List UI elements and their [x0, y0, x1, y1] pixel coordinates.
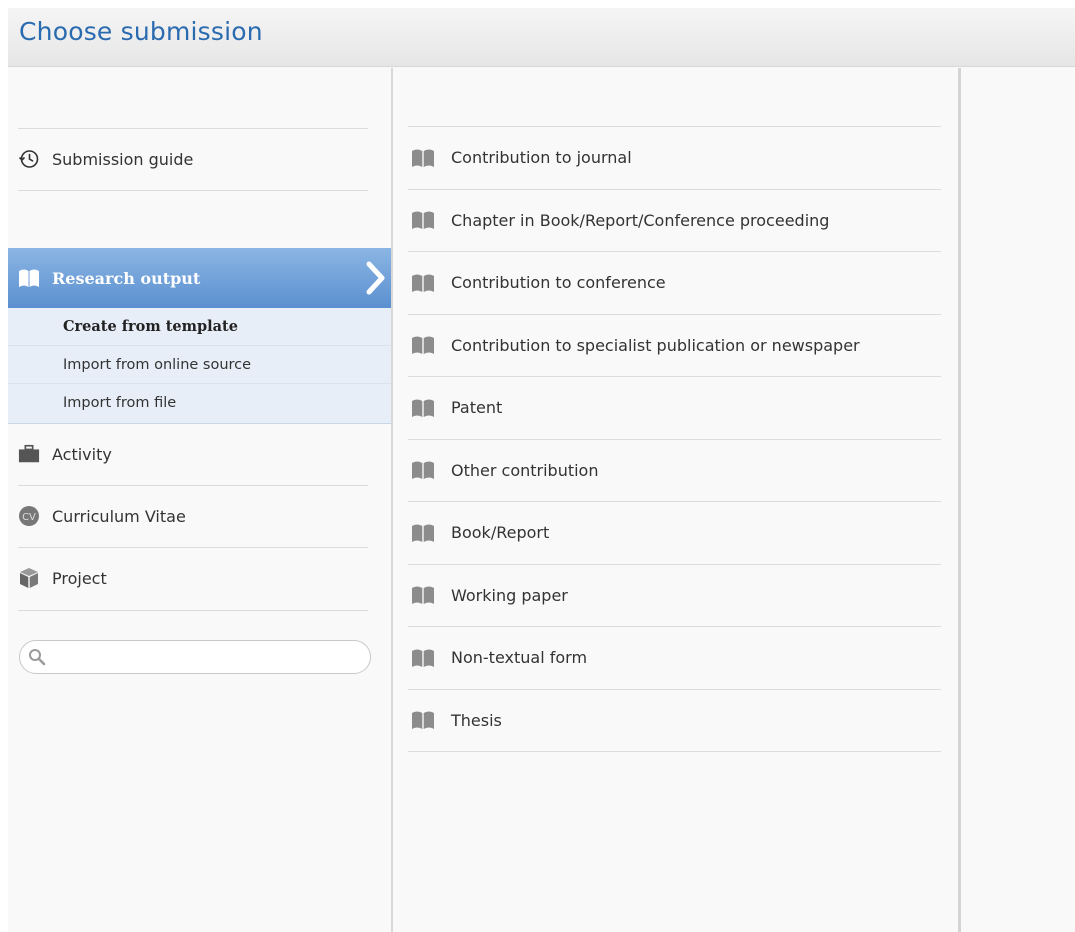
template-item-label: Other contribution	[451, 460, 599, 480]
template-item[interactable]: Contribution to conference	[408, 252, 941, 315]
nav-item-curriculum-vitae[interactable]: CV Curriculum Vitae	[18, 486, 368, 546]
nav-item-label: Curriculum Vitae	[52, 506, 186, 526]
nav-item-research-output[interactable]: Research output	[8, 248, 391, 308]
template-item-label: Contribution to journal	[451, 148, 632, 168]
book-icon	[18, 267, 40, 289]
dialog-header: Choose submission	[8, 8, 1075, 67]
book-icon	[408, 648, 435, 668]
template-item[interactable]: Patent	[408, 377, 941, 440]
template-item-label: Patent	[451, 398, 503, 418]
book-icon	[408, 273, 435, 293]
book-icon	[408, 335, 435, 355]
template-item[interactable]: Other contribution	[408, 440, 941, 502]
template-panel: Contribution to journal Chapter in Book/R…	[391, 68, 961, 932]
search-input[interactable]	[52, 643, 370, 671]
template-item-label: Contribution to specialist publication o…	[451, 335, 860, 355]
nav-item-submission-guide[interactable]: Submission guide	[18, 129, 368, 189]
template-item[interactable]: Chapter in Book/Report/Conference procee…	[408, 190, 941, 252]
nav-item-activity[interactable]: Activity	[18, 424, 368, 484]
book-icon	[408, 523, 435, 543]
template-item-label: Working paper	[451, 585, 568, 605]
template-item-label: Thesis	[451, 710, 502, 730]
template-item[interactable]: Contribution to journal	[408, 127, 941, 190]
search-icon	[28, 648, 46, 666]
divider	[18, 190, 368, 191]
briefcase-icon	[18, 443, 40, 465]
cube-icon	[18, 567, 40, 589]
template-item[interactable]: Working paper	[408, 565, 941, 627]
nav-item-label: Activity	[52, 444, 112, 464]
book-icon	[408, 148, 435, 168]
research-output-submenu: Create from template Import from online …	[8, 308, 391, 424]
book-icon	[408, 710, 435, 730]
right-panel	[961, 68, 1075, 932]
search-field[interactable]	[19, 640, 371, 674]
choose-submission-dialog: Choose submission Submission guide Resea…	[8, 8, 1075, 932]
template-item-label: Contribution to conference	[451, 273, 666, 293]
submenu-import-from-file[interactable]: Import from file	[8, 384, 391, 422]
submenu-create-from-template[interactable]: Create from template	[8, 308, 391, 346]
book-icon	[408, 585, 435, 605]
history-icon	[18, 148, 40, 170]
template-item-label: Non-textual form	[451, 648, 588, 668]
cv-icon: CV	[18, 505, 40, 527]
chevron-right-icon	[366, 261, 385, 295]
book-icon	[408, 460, 435, 480]
book-icon	[408, 398, 435, 418]
template-item-label: Chapter in Book/Report/Conference procee…	[451, 210, 830, 230]
nav-item-label: Project	[52, 568, 107, 588]
submenu-import-online-source[interactable]: Import from online source	[8, 346, 391, 384]
template-item[interactable]: Contribution to specialist publication o…	[408, 315, 941, 377]
nav-item-label: Submission guide	[52, 149, 194, 169]
template-item-label: Book/Report	[451, 523, 550, 543]
svg-text:CV: CV	[22, 512, 36, 523]
page-title: Choose submission	[19, 17, 263, 46]
book-icon	[408, 210, 435, 230]
left-navigation: Submission guide Research output Create …	[8, 68, 391, 932]
template-item[interactable]: Non-textual form	[408, 627, 941, 690]
template-list: Contribution to journal Chapter in Book/R…	[408, 126, 941, 752]
divider	[18, 610, 368, 611]
nav-item-project[interactable]: Project	[18, 548, 368, 608]
template-item[interactable]: Thesis	[408, 690, 941, 752]
template-item[interactable]: Book/Report	[408, 502, 941, 565]
nav-item-label: Research output	[52, 268, 201, 288]
